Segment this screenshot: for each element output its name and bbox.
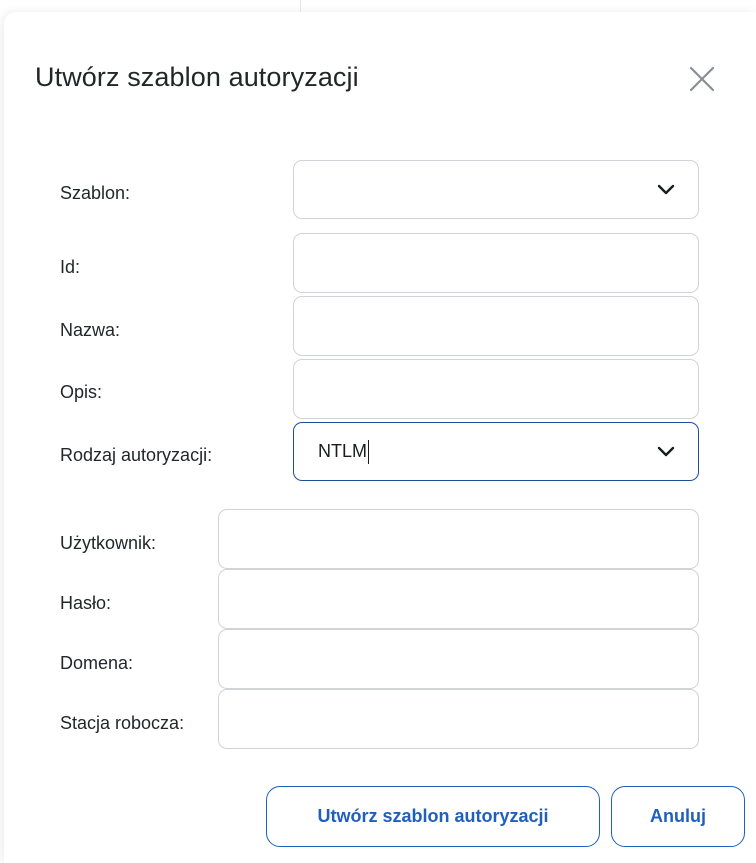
dialog-title: Utwórz szablon autoryzacji xyxy=(35,62,359,92)
chevron-down-icon xyxy=(657,184,675,194)
user-label: Użytkownik: xyxy=(60,533,157,553)
password-label: Hasło: xyxy=(60,593,112,613)
password-input[interactable] xyxy=(218,569,699,629)
workstation-input[interactable] xyxy=(218,689,699,749)
user-input[interactable] xyxy=(218,509,699,569)
auth-type-value-text: NTLM xyxy=(318,441,367,461)
template-label: Szablon: xyxy=(60,183,131,203)
auth-type-label: Rodzaj autoryzacji: xyxy=(60,445,213,465)
domain-input[interactable] xyxy=(218,629,699,689)
template-select[interactable] xyxy=(293,160,699,219)
close-icon[interactable] xyxy=(687,64,717,94)
cancel-button[interactable]: Anuluj xyxy=(611,786,745,847)
text-caret xyxy=(368,439,369,464)
name-label: Nazwa: xyxy=(60,320,121,340)
auth-type-select[interactable]: NTLM xyxy=(293,422,699,481)
chevron-down-icon xyxy=(657,446,675,456)
id-input[interactable] xyxy=(293,233,699,293)
create-template-button[interactable]: Utwórz szablon autoryzacji xyxy=(266,786,600,847)
workstation-label: Stacja robocza: xyxy=(60,713,185,733)
description-label: Opis: xyxy=(60,382,103,402)
description-input[interactable] xyxy=(293,359,699,419)
domain-label: Domena: xyxy=(60,653,134,673)
id-label: Id: xyxy=(60,257,81,277)
name-input[interactable] xyxy=(293,296,699,356)
auth-type-select-value: NTLM xyxy=(318,423,369,480)
create-auth-template-dialog: Utwórz szablon autoryzacji Szablon: Id: … xyxy=(4,12,756,863)
